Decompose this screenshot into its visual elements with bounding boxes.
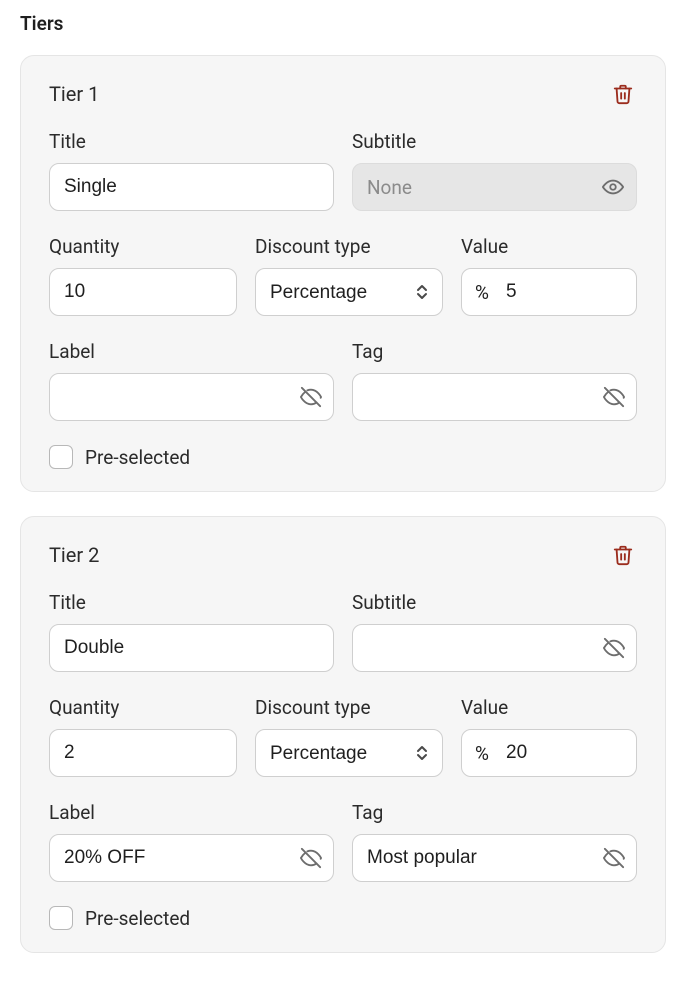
title-label: Title [49, 130, 334, 153]
eye-off-icon [603, 386, 625, 408]
eye-off-icon [300, 847, 322, 869]
trash-icon [612, 544, 634, 566]
tier-name: Tier 2 [49, 543, 99, 567]
eye-off-icon [603, 637, 625, 659]
value-prefix: % [475, 729, 489, 777]
discount-type-label: Discount type [255, 696, 443, 719]
delete-tier-button[interactable] [609, 541, 637, 569]
quantity-input[interactable] [49, 268, 237, 316]
value-prefix: % [475, 268, 489, 316]
subtitle-locked-text: None [367, 176, 412, 199]
label-label: Label [49, 801, 334, 824]
tag-label: Tag [352, 801, 637, 824]
tier-name: Tier 1 [49, 82, 99, 106]
delete-tier-button[interactable] [609, 80, 637, 108]
discount-type-select[interactable]: Percentage [255, 268, 443, 316]
discount-type-select[interactable]: Percentage [255, 729, 443, 777]
quantity-label: Quantity [49, 235, 237, 258]
title-input[interactable] [49, 163, 334, 211]
discount-type-label: Discount type [255, 235, 443, 258]
subtitle-input[interactable] [352, 624, 637, 672]
preselected-label: Pre-selected [85, 446, 190, 469]
tag-label: Tag [352, 340, 637, 363]
label-input[interactable] [49, 834, 334, 882]
value-label: Value [461, 235, 637, 258]
title-label: Title [49, 591, 334, 614]
section-title: Tiers [20, 12, 666, 35]
subtitle-locked: None [352, 163, 637, 211]
visibility-toggle[interactable] [603, 373, 625, 421]
tier-card: Tier 1 Title Subtitle None [20, 55, 666, 492]
trash-icon [612, 83, 634, 105]
eye-icon [602, 176, 624, 198]
quantity-input[interactable] [49, 729, 237, 777]
value-label: Value [461, 696, 637, 719]
visibility-toggle[interactable] [603, 624, 625, 672]
visibility-toggle[interactable] [603, 834, 625, 882]
preselected-checkbox[interactable] [49, 445, 73, 469]
visibility-toggle[interactable] [300, 834, 322, 882]
preselected-label: Pre-selected [85, 907, 190, 930]
subtitle-label: Subtitle [352, 591, 637, 614]
tag-input[interactable] [352, 373, 637, 421]
subtitle-label: Subtitle [352, 130, 637, 153]
label-label: Label [49, 340, 334, 363]
eye-off-icon [603, 847, 625, 869]
visibility-toggle[interactable] [602, 176, 624, 198]
tag-input[interactable] [352, 834, 637, 882]
label-input[interactable] [49, 373, 334, 421]
preselected-checkbox[interactable] [49, 906, 73, 930]
visibility-toggle[interactable] [300, 373, 322, 421]
quantity-label: Quantity [49, 696, 237, 719]
eye-off-icon [300, 386, 322, 408]
tier-card: Tier 2 Title Subtitle Q [20, 516, 666, 953]
title-input[interactable] [49, 624, 334, 672]
